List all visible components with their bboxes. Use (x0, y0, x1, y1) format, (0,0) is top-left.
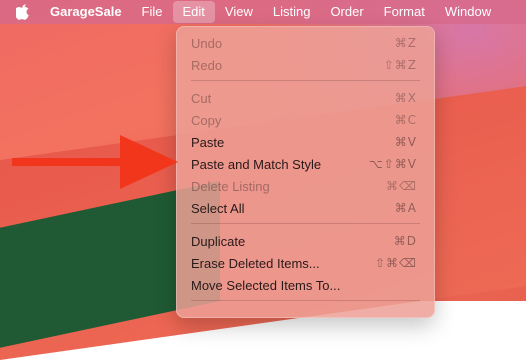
menu-app-name[interactable]: GarageSale (50, 1, 132, 23)
menu-item-shortcut: ⌥⇧⌘V (368, 157, 417, 171)
menu-item-paste[interactable]: Paste ⌘V (177, 131, 434, 153)
menu-item-label: Delete Listing (191, 178, 270, 194)
menu-item-label: Paste (191, 134, 225, 150)
menu-file[interactable]: File (132, 1, 173, 23)
menu-view[interactable]: View (215, 1, 263, 23)
menu-item-move-selected-items-to[interactable]: Move Selected Items To... (177, 274, 434, 296)
menu-item-label: Cut (191, 90, 212, 106)
menu-order[interactable]: Order (320, 1, 373, 23)
menu-item-label: Select All (191, 200, 245, 216)
menu-item-label: Copy (191, 112, 222, 128)
menu-item-duplicate[interactable]: Duplicate ⌘D (177, 230, 434, 252)
menu-separator (191, 223, 420, 224)
menu-item-shortcut: ⌘D (393, 234, 417, 248)
menu-item-delete-listing[interactable]: Delete Listing ⌘⌫ (177, 175, 434, 197)
menu-item-shortcut: ⇧⌘⌫ (374, 256, 417, 270)
menu-bar: GarageSale File Edit View Listing Order … (0, 0, 526, 24)
menu-item-label: Undo (191, 35, 223, 51)
menu-item-redo[interactable]: Redo ⇧⌘Z (177, 54, 434, 76)
menu-item-label: Paste and Match Style (191, 156, 322, 172)
menu-item-label: Duplicate (191, 233, 246, 249)
edit-dropdown-menu: Undo ⌘Z Redo ⇧⌘Z Cut ⌘X Copy ⌘C Paste ⌘V… (176, 26, 435, 318)
menu-item-shortcut: ⌘C (394, 113, 417, 127)
menu-item-shortcut: ⌘X (394, 91, 417, 105)
menu-item-shortcut: ⌘V (394, 135, 417, 149)
menu-item-paste-and-match-style[interactable]: Paste and Match Style ⌥⇧⌘V (177, 153, 434, 175)
menu-window[interactable]: Window (435, 1, 501, 23)
menu-item-copy[interactable]: Copy ⌘C (177, 109, 434, 131)
menu-item-shortcut: ⇧⌘Z (383, 58, 417, 72)
red-arrow-annotation (12, 135, 178, 189)
menu-item-shortcut: ⌘Z (394, 36, 417, 50)
menu-item-select-all[interactable]: Select All ⌘A (177, 197, 434, 219)
menu-edit[interactable]: Edit (172, 1, 215, 23)
menu-item-cut[interactable]: Cut ⌘X (177, 87, 434, 109)
menu-format[interactable]: Format (374, 1, 435, 23)
menu-item-undo[interactable]: Undo ⌘Z (177, 32, 434, 54)
menu-listing[interactable]: Listing (263, 1, 321, 23)
menu-separator (191, 80, 420, 81)
menu-item-label: Move Selected Items To... (191, 277, 341, 293)
menu-item-label: Redo (191, 57, 223, 73)
menu-item-label: Erase Deleted Items... (191, 255, 320, 271)
menu-item-shortcut: ⌘A (394, 201, 417, 215)
apple-logo-icon[interactable] (16, 4, 30, 20)
menu-item-shortcut: ⌘⌫ (386, 179, 417, 193)
menu-item-erase-deleted-items[interactable]: Erase Deleted Items... ⇧⌘⌫ (177, 252, 434, 274)
